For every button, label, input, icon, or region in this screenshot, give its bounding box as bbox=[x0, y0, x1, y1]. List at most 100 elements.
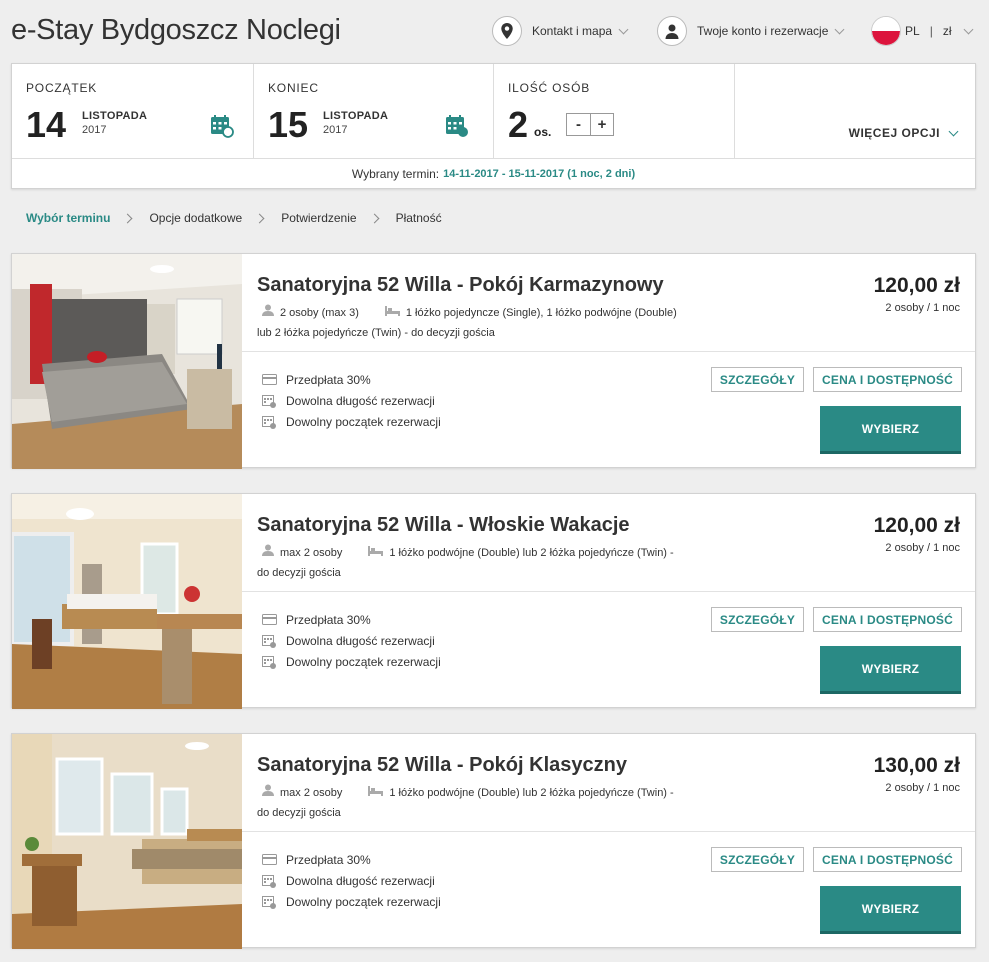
price-availability-button[interactable]: CENA I DOSTĘPNOŚĆ bbox=[813, 847, 962, 872]
calendar-icon bbox=[262, 415, 278, 429]
start-month: LISTOPADA bbox=[82, 110, 148, 122]
start-label: POCZĄTEK bbox=[26, 81, 98, 95]
bed-icon bbox=[384, 303, 400, 323]
room-name[interactable]: Sanatoryjna 52 Willa - Pokój Karmazynowy bbox=[257, 274, 664, 297]
breadcrumb-step-term[interactable]: Wybór terminu bbox=[26, 211, 110, 225]
feature-item: Przedpłata 30% bbox=[262, 369, 441, 390]
calendar-icon bbox=[262, 895, 278, 909]
room-photo[interactable] bbox=[12, 494, 242, 709]
start-year: 2017 bbox=[82, 124, 107, 136]
person-icon bbox=[262, 303, 274, 323]
breadcrumb-step-confirmation: Potwierdzenie bbox=[281, 211, 357, 225]
poland-flag-icon bbox=[871, 16, 901, 46]
room-beds-line1: 1 łóżko podwójne (Double) lub 2 łóżka po… bbox=[389, 547, 674, 559]
feature-item: Przedpłata 30% bbox=[262, 849, 441, 870]
chevron-down-icon bbox=[948, 126, 959, 136]
selected-term-label: Wybrany termin: bbox=[351, 166, 440, 181]
increase-persons-button[interactable]: + bbox=[590, 114, 613, 135]
chevron-right-icon bbox=[254, 213, 265, 223]
feature-item: Przedpłata 30% bbox=[262, 609, 441, 630]
currency-label: zł bbox=[942, 24, 952, 38]
end-month: LISTOPADA bbox=[323, 110, 389, 122]
start-day: 14 bbox=[26, 104, 67, 145]
feature-item: Dowolna długość rezerwacji bbox=[262, 390, 441, 411]
room-occupancy: 2 osoby (max 3) bbox=[280, 307, 359, 319]
account-label: Twoje konto i rezerwacje bbox=[697, 24, 829, 38]
language-currency-menu[interactable]: PL | zł bbox=[871, 16, 974, 46]
map-pin-icon bbox=[492, 16, 522, 46]
more-options-button[interactable]: WIĘCEJ OPCJI bbox=[848, 126, 959, 140]
chevron-down-icon bbox=[964, 24, 974, 34]
room-card: Sanatoryjna 52 Willa - Pokój Klasyczny m… bbox=[11, 733, 976, 949]
room-beds-line1: 1 łóżko podwójne (Double) lub 2 łóżka po… bbox=[389, 787, 674, 799]
price-availability-button[interactable]: CENA I DOSTĘPNOŚĆ bbox=[813, 607, 962, 632]
chevron-right-icon bbox=[123, 213, 133, 223]
room-name[interactable]: Sanatoryjna 52 Willa - Włoskie Wakacje bbox=[257, 514, 630, 537]
persons-count: 2 bbox=[508, 104, 529, 145]
calendar-icon bbox=[262, 655, 278, 669]
divider bbox=[242, 591, 975, 592]
persons-unit: os. bbox=[534, 125, 552, 139]
room-beds-line2: do decyzji gościa bbox=[257, 567, 341, 580]
feature-item: Dowolny początek rezerwacji bbox=[262, 891, 441, 912]
room-meta: max 2 osoby 1 łóżko podwójne (Double) lub… bbox=[257, 543, 727, 583]
chevron-down-icon bbox=[834, 24, 845, 34]
room-features: Przedpłata 30% Dowolna długość rezerwacj… bbox=[262, 849, 441, 912]
room-name[interactable]: Sanatoryjna 52 Willa - Pokój Klasyczny bbox=[257, 754, 627, 777]
feature-label: Dowolny początek rezerwacji bbox=[286, 654, 441, 669]
credit-card-icon bbox=[262, 614, 278, 625]
room-price-note: 2 osoby / 1 noc bbox=[885, 782, 960, 794]
room-card: Sanatoryjna 52 Willa - Włoskie Wakacje m… bbox=[11, 493, 976, 709]
feature-item: Dowolna długość rezerwacji bbox=[262, 870, 441, 891]
more-options-label: WIĘCEJ OPCJI bbox=[848, 126, 940, 140]
selected-term: Wybrany termin: 14-11-2017 - 15-11-2017 … bbox=[12, 158, 975, 188]
room-card: Sanatoryjna 52 Willa - Pokój Karmazynowy… bbox=[11, 253, 976, 469]
select-room-button[interactable]: WYBIERZ bbox=[820, 646, 961, 694]
select-room-button[interactable]: WYBIERZ bbox=[820, 406, 961, 454]
person-icon bbox=[262, 783, 274, 803]
end-label: KONIEC bbox=[268, 81, 319, 95]
account-menu[interactable]: Twoje konto i rezerwacje bbox=[657, 16, 845, 46]
person-icon bbox=[262, 543, 274, 563]
contact-map-menu[interactable]: Kontakt i mapa bbox=[492, 16, 629, 46]
calendar-icon bbox=[446, 115, 468, 137]
select-room-button[interactable]: WYBIERZ bbox=[820, 886, 961, 934]
persons-label: ILOŚĆ OSÓB bbox=[508, 81, 591, 95]
divider bbox=[242, 351, 975, 352]
header: e-Stay Bydgoszcz Noclegi Kontakt i mapa … bbox=[0, 0, 989, 63]
decrease-persons-button[interactable]: - bbox=[567, 114, 590, 135]
room-occupancy: max 2 osoby bbox=[280, 547, 343, 559]
start-date-picker[interactable]: POCZĄTEK 14 LISTOPADA 2017 bbox=[12, 64, 254, 158]
breadcrumb-step-payment: Płatność bbox=[395, 211, 442, 225]
divider bbox=[242, 831, 975, 832]
bed-icon bbox=[368, 783, 384, 803]
room-photo[interactable] bbox=[12, 734, 242, 949]
feature-label: Dowolny początek rezerwacji bbox=[286, 414, 441, 429]
calendar-icon bbox=[262, 634, 278, 648]
feature-label: Dowolna długość rezerwacji bbox=[286, 873, 435, 888]
site-title[interactable]: e-Stay Bydgoszcz Noclegi bbox=[11, 14, 341, 47]
details-button[interactable]: SZCZEGÓŁY bbox=[711, 367, 804, 392]
feature-item: Dowolny początek rezerwacji bbox=[262, 411, 441, 432]
end-date-picker[interactable]: KONIEC 15 LISTOPADA 2017 bbox=[254, 64, 494, 158]
end-day: 15 bbox=[268, 104, 309, 145]
chevron-right-icon bbox=[369, 213, 380, 223]
calendar-icon bbox=[211, 115, 234, 138]
room-photo[interactable] bbox=[12, 254, 242, 469]
room-occupancy: max 2 osoby bbox=[280, 787, 343, 799]
room-meta: max 2 osoby 1 łóżko podwójne (Double) lub… bbox=[257, 783, 727, 823]
end-year: 2017 bbox=[323, 124, 348, 136]
details-button[interactable]: SZCZEGÓŁY bbox=[711, 847, 804, 872]
details-button[interactable]: SZCZEGÓŁY bbox=[711, 607, 804, 632]
room-price: 130,00 zł bbox=[873, 754, 960, 777]
room-beds-line1: 1 łóżko pojedyncze (Single), 1 łóżko pod… bbox=[405, 307, 677, 319]
room-price-note: 2 osoby / 1 noc bbox=[885, 542, 960, 554]
price-availability-button[interactable]: CENA I DOSTĘPNOŚĆ bbox=[813, 367, 962, 392]
language-label: PL bbox=[905, 24, 920, 38]
credit-card-icon bbox=[262, 854, 278, 865]
room-features: Przedpłata 30% Dowolna długość rezerwacj… bbox=[262, 609, 441, 672]
feature-label: Dowolny początek rezerwacji bbox=[286, 894, 441, 909]
feature-label: Przedpłata 30% bbox=[286, 612, 371, 627]
room-beds-line2: do decyzji gościa bbox=[257, 807, 341, 820]
contact-label: Kontakt i mapa bbox=[532, 24, 613, 38]
